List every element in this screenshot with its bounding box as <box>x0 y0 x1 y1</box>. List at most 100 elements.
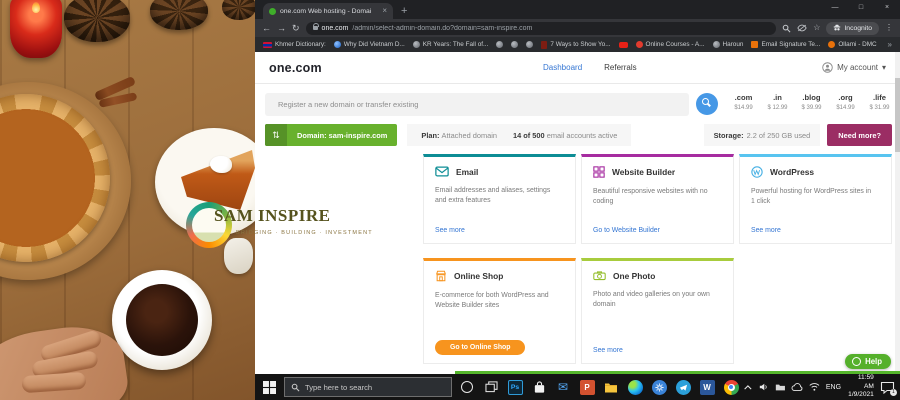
taskbar-clock[interactable]: 11:59 AM 1/9/2021 <box>847 374 874 400</box>
domain-search-input[interactable] <box>265 93 689 116</box>
site-header: one.com Dashboard Referrals My account ▾ <box>255 52 900 84</box>
go-to-online-shop-button[interactable]: Go to Online Shop <box>435 340 526 355</box>
bookmark-item[interactable]: 7 Ways to Show Yo... <box>541 40 611 49</box>
whipped-cream <box>210 156 232 173</box>
card-website-builder[interactable]: Website Builder Beautiful responsive web… <box>581 154 734 244</box>
maximize-button[interactable]: □ <box>848 0 874 15</box>
card-one-photo[interactable]: One Photo Photo and video galleries on y… <box>581 258 734 364</box>
menu-kebab-icon[interactable]: ⋮ <box>885 24 893 32</box>
tld-item[interactable]: .life $ 31.99 <box>867 93 892 112</box>
domain-swap-icon[interactable]: ⇅ <box>265 124 287 146</box>
edge-app[interactable] <box>623 374 647 400</box>
chrome-window: one.com Web hosting - Domai × + — □ × ← … <box>255 0 900 374</box>
word-app[interactable]: W <box>695 374 719 400</box>
start-button[interactable] <box>257 374 281 400</box>
bookmark-item[interactable] <box>526 41 534 48</box>
go-to-website-builder-link[interactable]: Go to Website Builder <box>593 227 660 234</box>
bookmark-item[interactable]: Ollami - DMC <box>828 41 877 48</box>
mail-app[interactable]: ✉ <box>551 374 575 400</box>
tld-item[interactable]: .com $14.99 <box>731 93 756 112</box>
forward-button[interactable]: → <box>277 23 286 33</box>
task-view-icon <box>484 381 498 393</box>
bookmark-item[interactable]: KR Years: The Fall of... <box>412 41 488 48</box>
bookmark-item[interactable]: Haroun <box>712 41 743 48</box>
card-title: Online Shop <box>454 271 504 281</box>
browser-tab[interactable]: one.com Web hosting - Domai × <box>263 3 393 19</box>
domain-value: sam-inspire.com <box>328 130 388 140</box>
tab-close-icon[interactable]: × <box>382 7 387 15</box>
address-bar[interactable]: one.com /admin/select-admin-domain.do?do… <box>305 21 777 35</box>
tld-item[interactable]: .in $ 12.99 <box>765 93 790 112</box>
see-more-link[interactable]: See more <box>593 347 623 354</box>
new-tab-button[interactable]: + <box>401 6 407 17</box>
photoshop-app[interactable]: Ps <box>503 374 527 400</box>
minimize-button[interactable]: — <box>822 0 848 15</box>
page-scrollbar[interactable] <box>895 52 900 374</box>
chrome-app[interactable] <box>719 374 743 400</box>
tld-item[interactable]: .blog $ 39.99 <box>799 93 824 112</box>
bookmarks-overflow-icon[interactable]: » <box>888 40 892 49</box>
red-badge-icon <box>635 41 643 48</box>
domain-selector[interactable]: ⇅ Domain: sam-inspire.com <box>265 124 398 146</box>
notification-center-button[interactable]: 1 <box>880 381 897 396</box>
search-icon[interactable] <box>782 24 791 33</box>
bookmark-item[interactable]: Why Did Vietnam D... <box>333 41 405 48</box>
folder-tray-icon[interactable] <box>775 383 786 392</box>
reload-button[interactable]: ↻ <box>292 23 300 33</box>
domain-search-button[interactable] <box>696 93 718 115</box>
storage-info: Storage: 2.2 of 250 GB used <box>703 124 821 146</box>
tab-favicon <box>269 7 276 15</box>
globe-icon <box>526 41 534 48</box>
file-explorer-app[interactable] <box>599 374 623 400</box>
card-wordpress[interactable]: WordPress Powerful hosting for WordPress… <box>739 154 892 244</box>
card-email[interactable]: Email Email addresses and aliases, setti… <box>423 154 576 244</box>
bookmark-star-icon[interactable]: ☆ <box>813 24 820 32</box>
close-button[interactable]: × <box>874 0 900 15</box>
bookmark-item[interactable] <box>496 41 504 48</box>
tab-strip: one.com Web hosting - Domai × + — □ × <box>255 0 900 19</box>
onedrive-cloud-icon[interactable] <box>791 382 803 392</box>
globe-icon <box>712 41 720 48</box>
cortana-button[interactable] <box>455 374 479 400</box>
task-view-button[interactable] <box>479 374 503 400</box>
language-indicator[interactable]: ENG <box>826 384 841 391</box>
network-wifi-icon[interactable] <box>809 382 820 392</box>
bookmark-item[interactable]: Email Signature Te... <box>751 41 820 48</box>
onecom-logo[interactable]: one.com <box>269 61 322 75</box>
telegram-app[interactable] <box>671 374 695 400</box>
bookmark-item[interactable] <box>618 41 628 48</box>
nav-referrals[interactable]: Referrals <box>604 63 636 72</box>
store-app[interactable] <box>527 374 551 400</box>
see-more-link[interactable]: See more <box>435 227 465 234</box>
card-online-shop[interactable]: Online Shop E-commerce for both WordPres… <box>423 258 576 364</box>
taskbar-search-input[interactable] <box>305 382 435 392</box>
powerpoint-app[interactable]: P <box>575 374 599 400</box>
folder-icon <box>605 383 617 393</box>
account-icon <box>822 62 833 73</box>
see-more-link[interactable]: See more <box>751 227 781 234</box>
speaker-icon[interactable] <box>759 382 769 392</box>
store-bag-icon <box>534 380 544 393</box>
bookmark-item[interactable]: Online Courses - A... <box>635 41 705 48</box>
book-icon <box>541 40 548 49</box>
tld-item[interactable]: .org $14.99 <box>833 93 858 112</box>
card-description: Photo and video galleries on your own do… <box>593 291 710 308</box>
help-button[interactable]: Help <box>845 354 891 369</box>
settings-app[interactable] <box>647 374 671 400</box>
my-account-menu[interactable]: My account ▾ <box>822 62 886 73</box>
storage-label: Storage: <box>713 130 744 140</box>
domain-label: Domain: <box>297 130 327 140</box>
bookmark-item[interactable]: Khmer Dictionary: <box>263 41 326 48</box>
notification-badge: 1 <box>889 388 897 396</box>
windows-logo-icon <box>262 380 276 394</box>
tray-chevron-icon[interactable] <box>743 384 753 391</box>
scrollbar-thumb[interactable] <box>895 78 900 152</box>
taskbar-search[interactable] <box>284 377 452 397</box>
bookmark-item[interactable] <box>511 41 519 48</box>
edge-icon <box>627 379 643 395</box>
need-more-button[interactable]: Need more? <box>827 124 892 146</box>
back-button[interactable]: ← <box>262 23 271 33</box>
eye-off-icon[interactable] <box>797 24 807 32</box>
nav-dashboard[interactable]: Dashboard <box>543 63 582 72</box>
incognito-badge: Incognito <box>826 21 879 35</box>
